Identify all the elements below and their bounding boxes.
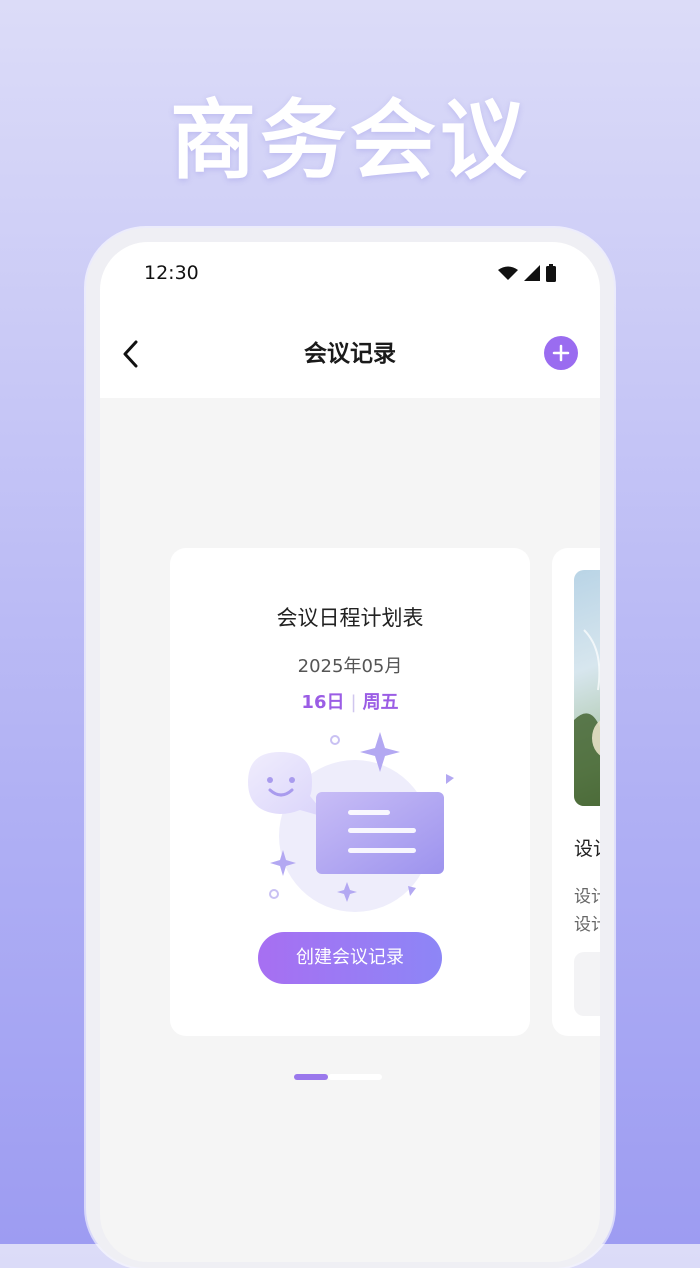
battery-icon (546, 264, 556, 282)
hero-title: 商务会议 (170, 91, 530, 191)
card-date: 16日 | 周五 (170, 688, 530, 714)
photo-image (574, 629, 600, 806)
status-time: 12:30 (144, 262, 199, 284)
create-meeting-record-button[interactable]: 创建会议记录 (258, 932, 442, 984)
page-dot (328, 1074, 382, 1080)
card-title: 设计 (574, 838, 600, 860)
page-dot-active (294, 1074, 328, 1080)
page-title: 会议记录 (304, 341, 396, 367)
card-day: 16日 (301, 692, 345, 713)
card-month: 2025年05月 (297, 656, 403, 677)
phone-screen: 12:30 会议记录 会议日程计划表 2025年05月 16日 | 周五 创建会… (100, 242, 600, 1262)
page-indicator (294, 1074, 382, 1080)
plus-icon (552, 344, 570, 362)
date-divider: | (350, 692, 357, 713)
phone-frame: 12:30 会议记录 会议日程计划表 2025年05月 16日 | 周五 创建会… (86, 228, 614, 1268)
card-action-button[interactable] (574, 952, 600, 1016)
status-icons (498, 264, 556, 282)
status-bar: 12:30 (100, 242, 600, 310)
card-title: 会议日程计划表 (276, 606, 424, 630)
add-meeting-button[interactable] (544, 336, 578, 370)
meeting-card-next[interactable]: 设计 设计 设计 (552, 548, 600, 1036)
meeting-card[interactable]: 会议日程计划表 2025年05月 16日 | 周五 创建会议记录 (170, 548, 530, 1036)
wifi-icon (498, 266, 518, 280)
signal-icon (524, 265, 540, 281)
card-weekday: 周五 (362, 692, 399, 713)
card-text-line: 设计 (574, 915, 600, 935)
card-text-line: 设计 (574, 887, 600, 907)
back-button[interactable] (114, 336, 146, 372)
empty-illustration (248, 732, 454, 912)
chevron-left-icon (123, 340, 138, 368)
card-photo (574, 570, 600, 806)
nav-bar: 会议记录 (100, 310, 600, 398)
